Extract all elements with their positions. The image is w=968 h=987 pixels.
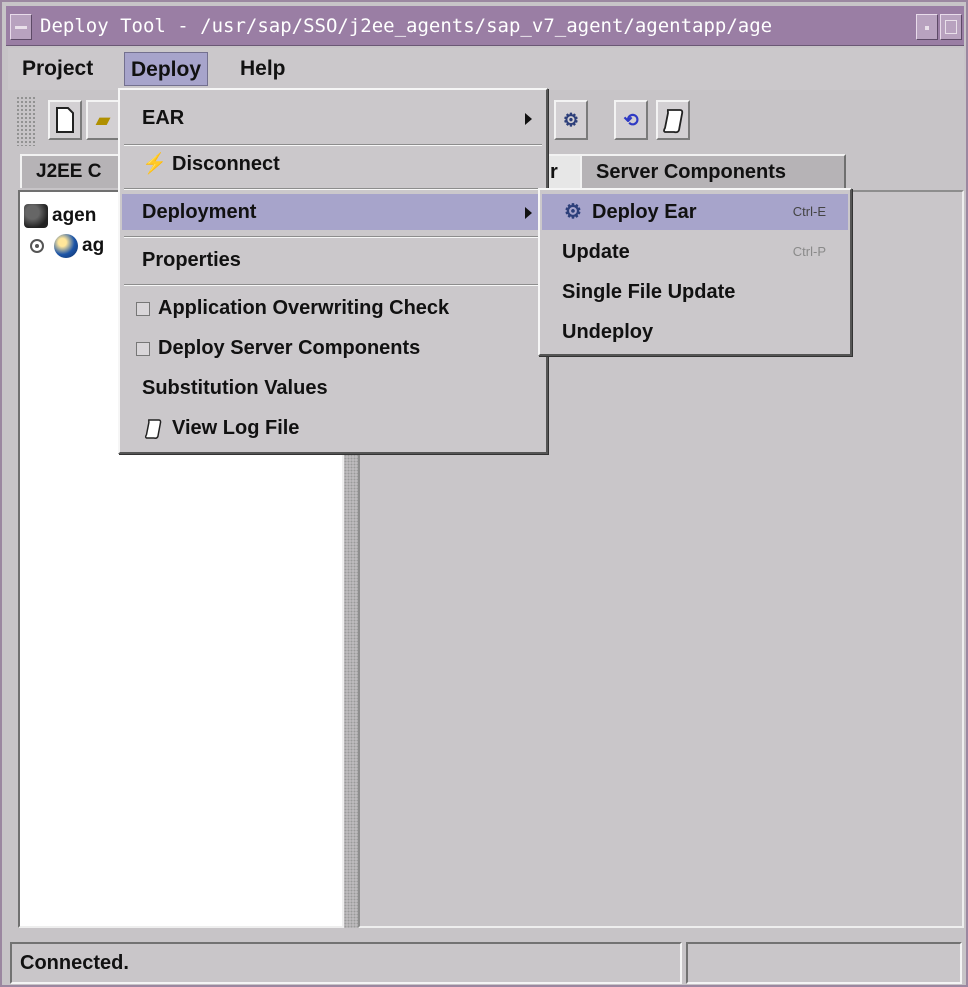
menu-separator (124, 236, 542, 238)
window-frame: Deploy Tool - /usr/sap/SSO/j2ee_agents/s… (0, 0, 968, 987)
submenu-arrow-icon (525, 113, 532, 125)
menu-separator (124, 284, 542, 286)
menu-deploy-label: Deploy (131, 58, 202, 81)
tab-j2ee-components[interactable]: J2EE C (20, 154, 124, 188)
menu-item-undeploy-label: Undeploy (562, 321, 654, 343)
agent-icon (24, 203, 48, 228)
tree-child-label: ag (82, 235, 105, 256)
menu-separator (124, 188, 542, 190)
tree-root-label: agen (52, 205, 97, 226)
expand-toggle-icon[interactable] (30, 238, 44, 253)
menu-item-view-log-label: View Log File (172, 417, 300, 439)
toolbar-grip[interactable] (16, 96, 36, 146)
window-title: Deploy Tool - /usr/sap/SSO/j2ee_agents/s… (40, 15, 773, 37)
checkbox-icon[interactable] (136, 301, 150, 316)
tree-root-node[interactable]: agen (24, 202, 96, 230)
refresh-icon[interactable]: ⟲ (614, 100, 648, 140)
globe-icon (54, 233, 78, 258)
tab-server-label: Server Components (596, 161, 787, 183)
deploy-ear-icon: ⚙ (564, 201, 582, 223)
log-file-icon[interactable] (656, 100, 690, 140)
checkbox-icon[interactable] (136, 341, 150, 356)
tree-child-node[interactable]: ag (30, 232, 104, 260)
disconnect-icon: ⚡ (142, 153, 167, 175)
menu-help[interactable]: Help (234, 52, 292, 86)
menu-project-label: Project (22, 57, 94, 80)
minimize-icon[interactable] (916, 14, 938, 40)
menu-item-deploy-server-label: Deploy Server Components (158, 337, 421, 359)
status-text: Connected. (10, 942, 682, 984)
deploy-tool-icon[interactable]: ⚙ (554, 100, 588, 140)
menu-item-properties-label: Properties (142, 249, 241, 271)
submenu-arrow-icon (525, 207, 532, 219)
menu-item-single-file-update-label: Single File Update (562, 281, 736, 303)
menu-item-ear-label: EAR (142, 107, 185, 129)
status-bar: Connected. (10, 942, 962, 984)
menu-item-deployment-label: Deployment (142, 201, 257, 223)
menu-bar: Project Deploy Help (8, 48, 964, 90)
deploy-ear-shortcut: Ctrl-E (792, 204, 826, 219)
menu-item-properties[interactable]: Properties (122, 242, 544, 278)
new-file-icon[interactable] (48, 100, 82, 140)
menu-item-view-log-file[interactable]: View Log File (122, 410, 544, 446)
menu-item-overwriting-label: Application Overwriting Check (158, 297, 450, 319)
deployment-submenu: ⚙ Deploy Ear Ctrl-E Update Ctrl-P Single … (538, 188, 852, 356)
menu-item-deploy-ear-label: Deploy Ear (592, 201, 697, 223)
menu-item-update[interactable]: Update Ctrl-P (542, 234, 848, 270)
menu-item-update-label: Update (562, 241, 630, 263)
menu-item-disconnect[interactable]: ⚡ Disconnect (122, 146, 544, 182)
tab-j2ee-label: J2EE C (36, 161, 102, 182)
title-bar[interactable]: Deploy Tool - /usr/sap/SSO/j2ee_agents/s… (6, 6, 964, 46)
menu-project[interactable]: Project (16, 52, 99, 86)
menu-item-disconnect-label: Disconnect (172, 153, 280, 175)
deploy-menu: EAR ⚡ Disconnect Deployment Properties Ap… (118, 88, 548, 454)
log-file-icon (142, 410, 164, 446)
menu-item-deploy-ear[interactable]: ⚙ Deploy Ear Ctrl-E (542, 194, 848, 230)
menu-item-deployment[interactable]: Deployment (122, 194, 544, 230)
menu-item-substitution-label: Substitution Values (142, 377, 328, 399)
menu-item-deploy-server-components[interactable]: Deploy Server Components (122, 330, 544, 366)
menu-item-ear[interactable]: EAR (122, 100, 544, 136)
open-folder-icon[interactable]: ▰ (86, 100, 120, 140)
menu-item-undeploy[interactable]: Undeploy (542, 314, 848, 350)
window-menu-icon[interactable] (10, 14, 32, 40)
menu-deploy[interactable]: Deploy (124, 52, 209, 86)
menu-item-single-file-update[interactable]: Single File Update (542, 274, 848, 310)
menu-help-label: Help (240, 57, 286, 80)
tab-server-components[interactable]: Server Components (580, 154, 846, 188)
update-shortcut: Ctrl-P (792, 244, 826, 259)
menu-item-substitution-values[interactable]: Substitution Values (122, 370, 544, 406)
menu-item-overwriting-check[interactable]: Application Overwriting Check (122, 290, 544, 326)
maximize-icon[interactable] (940, 14, 962, 40)
tab-ear-label: r (550, 161, 558, 183)
status-secondary (686, 942, 962, 984)
